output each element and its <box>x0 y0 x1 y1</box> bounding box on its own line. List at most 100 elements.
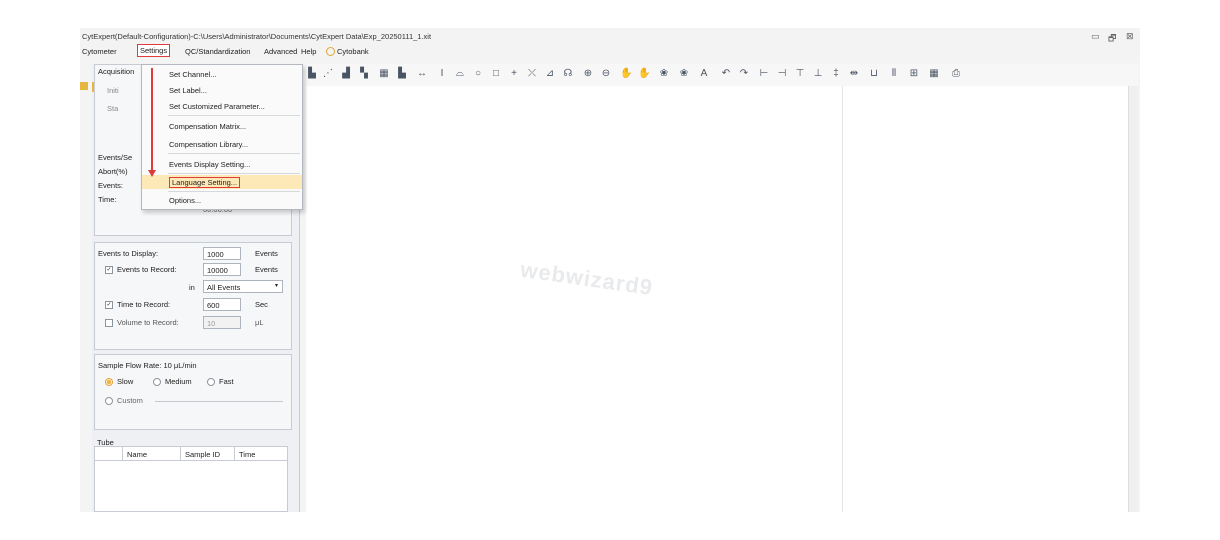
align-bottom-icon[interactable]: ⊥ <box>812 68 824 80</box>
select-all-icon[interactable]: ❀ <box>678 68 690 80</box>
events-unit: Events <box>255 249 278 258</box>
menu-set-customized-parameter[interactable]: Set Customized Parameter... <box>142 99 302 113</box>
quadrant-gate-icon[interactable]: + <box>508 68 520 80</box>
watermark: webwizard9 <box>518 256 655 301</box>
histogram-icon[interactable]: ▙ <box>306 68 318 80</box>
time-label: Time: <box>98 195 117 204</box>
events-unit-2: Events <box>255 265 278 274</box>
menu-compensation-library[interactable]: Compensation Library... <box>142 137 302 151</box>
time-to-record-checkbox[interactable]: ✓ <box>105 301 113 309</box>
menu-separator <box>168 153 300 154</box>
volume-to-record-input[interactable]: 10 <box>203 316 241 329</box>
distribute-vertical-icon[interactable]: ⫴ <box>888 68 900 80</box>
abort-label: Abort(%) <box>98 167 128 176</box>
linear-gate-icon[interactable]: ↔ <box>416 68 428 80</box>
overlay-plot-icon[interactable]: ▚ <box>358 68 370 80</box>
align-top-icon[interactable]: ⊤ <box>794 68 806 80</box>
start-button[interactable]: Sta <box>107 104 118 113</box>
density-plot-icon[interactable]: ▟ <box>340 68 352 80</box>
table-header-sample-id[interactable]: Sample ID <box>181 447 235 461</box>
menu-qc-standardization[interactable]: QC/Standardization <box>183 46 252 57</box>
menu-help[interactable]: Help <box>299 46 318 57</box>
pan-icon[interactable]: ✋ <box>620 68 632 80</box>
in-select[interactable]: All Events <box>203 280 283 293</box>
grid-layout-icon[interactable]: ⊞ <box>908 68 920 80</box>
annotation-arrow-head <box>148 170 156 177</box>
zoom-in-icon[interactable]: ⊕ <box>582 68 594 80</box>
time-to-record-input[interactable]: 600 <box>203 298 241 311</box>
dot-plot-icon[interactable]: ⋰ <box>322 68 334 80</box>
menu-language-setting[interactable]: Language Setting... <box>142 175 302 189</box>
menu-separator <box>168 115 300 116</box>
menu-set-label[interactable]: Set Label... <box>142 83 302 97</box>
undo-icon[interactable]: ↶ <box>720 68 732 80</box>
events-to-display-input[interactable]: 1000 <box>203 247 241 260</box>
distribute-horizontal-icon[interactable]: ⊔ <box>868 68 880 80</box>
redo-icon[interactable]: ↷ <box>738 68 750 80</box>
menu-cytobank[interactable]: Cytobank <box>324 46 371 57</box>
rectangle-gate-icon[interactable]: □ <box>490 68 502 80</box>
custom-flow-slider[interactable] <box>155 401 283 402</box>
align-right-icon[interactable]: ⊣ <box>776 68 788 80</box>
print-icon[interactable]: ⎙ <box>950 68 962 80</box>
volume-to-record-checkbox[interactable] <box>105 319 113 327</box>
hinged-quadrant-icon[interactable]: ⤫ <box>526 68 538 80</box>
auto-gate-icon[interactable]: ⊿ <box>544 68 556 80</box>
events-to-record-checkbox[interactable]: ✓ <box>105 266 113 274</box>
medium-radio[interactable] <box>153 378 161 386</box>
in-label: in <box>189 283 195 292</box>
chevron-down-icon[interactable]: ▾ <box>275 282 278 289</box>
cytobank-icon <box>326 47 335 56</box>
menu-options[interactable]: Options... <box>142 193 302 207</box>
time-to-record-label: Time to Record: <box>117 300 171 309</box>
tube-table: Name Sample ID Time <box>94 446 288 512</box>
table-header-name[interactable]: Name <box>123 447 181 461</box>
polygon-gate-icon[interactable]: ⌓ <box>454 68 466 80</box>
align-left-icon[interactable]: ⊢ <box>758 68 770 80</box>
menu-separator <box>168 191 300 192</box>
minimize-icon[interactable]: ▭ <box>1091 31 1100 42</box>
time-unit: Sec <box>255 300 268 309</box>
flow-rate-group: Sample Flow Rate: 10 μL/min Slow Medium … <box>94 354 292 430</box>
canvas-scrollbar[interactable] <box>1128 86 1138 512</box>
ellipse-gate-icon[interactable]: ○ <box>472 68 484 80</box>
plot-toolbar: ▙ ⋰ ▟ ▚ ▦ ▙ ↔ I ⌓ ○ □ + ⤫ ⊿ ☊ ⊕ ⊖ ✋ ✋ ❀ … <box>306 64 1138 86</box>
slow-radio[interactable] <box>105 378 113 386</box>
settings-dropdown-menu: Set Channel... Set Label... Set Customiz… <box>141 64 303 210</box>
menu-advanced[interactable]: Advanced <box>262 46 299 57</box>
volume-to-record-label: Volume to Record: <box>117 318 179 327</box>
slow-label: Slow <box>117 377 134 386</box>
menu-set-channel[interactable]: Set Channel... <box>142 67 302 81</box>
fast-radio[interactable] <box>207 378 215 386</box>
pan-all-icon[interactable]: ✋ <box>638 68 650 80</box>
close-icon[interactable]: ⊠ <box>1126 31 1134 42</box>
freehand-gate-icon[interactable]: ☊ <box>562 68 574 80</box>
menu-bar: Cytometer Settings QC/Standardization Ad… <box>80 44 1140 58</box>
menu-settings[interactable]: Settings <box>137 44 171 57</box>
zoom-out-icon[interactable]: ⊖ <box>600 68 612 80</box>
text-label-icon[interactable]: A <box>698 68 710 80</box>
initialize-button[interactable]: Initi <box>107 86 119 95</box>
page-divider <box>842 86 843 512</box>
menu-cytobank-label: Cytobank <box>337 47 369 56</box>
menu-compensation-matrix[interactable]: Compensation Matrix... <box>142 119 302 133</box>
menu-cytometer[interactable]: Cytometer <box>80 46 119 57</box>
events-label: Events: <box>98 181 124 190</box>
menu-language-setting-label: Language Setting... <box>169 177 241 188</box>
volume-unit: μL <box>255 318 264 327</box>
menu-events-display-setting[interactable]: Events Display Setting... <box>142 157 302 171</box>
custom-radio[interactable] <box>105 397 113 405</box>
bar-gate-icon[interactable]: I <box>436 68 448 80</box>
heatmap-icon[interactable]: ▙ <box>396 68 408 80</box>
select-icon[interactable]: ❀ <box>658 68 670 80</box>
layout-icon[interactable]: ▦ <box>928 68 940 80</box>
align-center-icon[interactable]: ‡ <box>830 68 842 80</box>
align-middle-icon[interactable]: ⇹ <box>848 68 860 80</box>
statistics-table-icon[interactable]: ▦ <box>378 68 390 80</box>
record-settings-group: Events to Display: 1000 Events ✓ Events … <box>94 242 292 350</box>
table-header-time[interactable]: Time <box>235 447 287 461</box>
plot-canvas[interactable]: webwizard9 <box>306 86 1128 512</box>
window-title: CytExpert(Default-Configuration)-C:\User… <box>82 32 432 41</box>
sample-flow-rate-label: Sample Flow Rate: 10 μL/min <box>98 361 197 370</box>
events-to-record-input[interactable]: 10000 <box>203 263 241 276</box>
